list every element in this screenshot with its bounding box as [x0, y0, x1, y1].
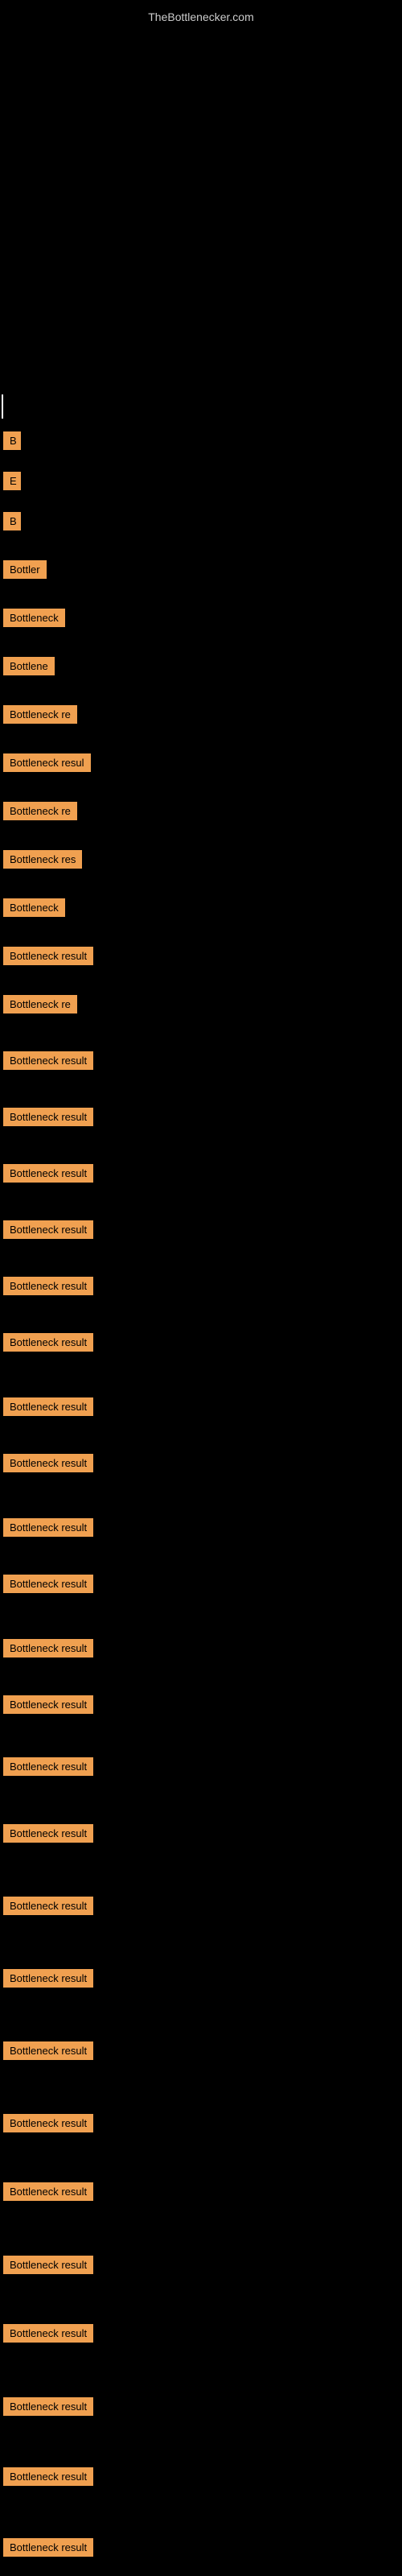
- bottleneck-item-27[interactable]: Bottleneck result: [3, 1824, 93, 1843]
- bottleneck-item-22[interactable]: Bottleneck result: [3, 1518, 93, 1537]
- bottleneck-item-28[interactable]: Bottleneck result: [3, 1897, 93, 1915]
- bottleneck-item-15[interactable]: Bottleneck result: [3, 1108, 93, 1126]
- bottleneck-item-2[interactable]: E: [3, 472, 21, 490]
- bottleneck-item-26[interactable]: Bottleneck result: [3, 1757, 93, 1776]
- bottleneck-item-35[interactable]: Bottleneck result: [3, 2397, 93, 2416]
- site-title: TheBottlenecker.com: [0, 4, 402, 30]
- bottleneck-item-36[interactable]: Bottleneck result: [3, 2467, 93, 2486]
- bottleneck-item-13[interactable]: Bottleneck re: [3, 995, 77, 1013]
- bottleneck-item-1[interactable]: B: [3, 431, 21, 450]
- bottleneck-item-12[interactable]: Bottleneck result: [3, 947, 93, 965]
- bottleneck-item-16[interactable]: Bottleneck result: [3, 1164, 93, 1183]
- cursor-line: [2, 394, 3, 419]
- bottleneck-item-4[interactable]: Bottler: [3, 560, 47, 579]
- bottleneck-item-21[interactable]: Bottleneck result: [3, 1454, 93, 1472]
- bottleneck-item-23[interactable]: Bottleneck result: [3, 1575, 93, 1593]
- bottleneck-item-3[interactable]: B: [3, 512, 21, 530]
- bottleneck-item-24[interactable]: Bottleneck result: [3, 1639, 93, 1657]
- bottleneck-item-20[interactable]: Bottleneck result: [3, 1397, 93, 1416]
- bottleneck-item-19[interactable]: Bottleneck result: [3, 1333, 93, 1352]
- bottleneck-item-8[interactable]: Bottleneck resul: [3, 753, 91, 772]
- bottleneck-item-18[interactable]: Bottleneck result: [3, 1277, 93, 1295]
- bottleneck-item-25[interactable]: Bottleneck result: [3, 1695, 93, 1714]
- bottleneck-item-7[interactable]: Bottleneck re: [3, 705, 77, 724]
- bottleneck-item-29[interactable]: Bottleneck result: [3, 1969, 93, 1988]
- bottleneck-item-9[interactable]: Bottleneck re: [3, 802, 77, 820]
- bottleneck-item-31[interactable]: Bottleneck result: [3, 2114, 93, 2132]
- bottleneck-item-33[interactable]: Bottleneck result: [3, 2256, 93, 2274]
- bottleneck-item-17[interactable]: Bottleneck result: [3, 1220, 93, 1239]
- bottleneck-item-37[interactable]: Bottleneck result: [3, 2538, 93, 2557]
- bottleneck-item-32[interactable]: Bottleneck result: [3, 2182, 93, 2201]
- bottleneck-item-30[interactable]: Bottleneck result: [3, 2041, 93, 2060]
- bottleneck-item-14[interactable]: Bottleneck result: [3, 1051, 93, 1070]
- bottleneck-item-34[interactable]: Bottleneck result: [3, 2324, 93, 2343]
- bottleneck-item-11[interactable]: Bottleneck: [3, 898, 65, 917]
- bottleneck-item-5[interactable]: Bottleneck: [3, 609, 65, 627]
- bottleneck-item-6[interactable]: Bottlene: [3, 657, 55, 675]
- bottleneck-item-10[interactable]: Bottleneck res: [3, 850, 82, 869]
